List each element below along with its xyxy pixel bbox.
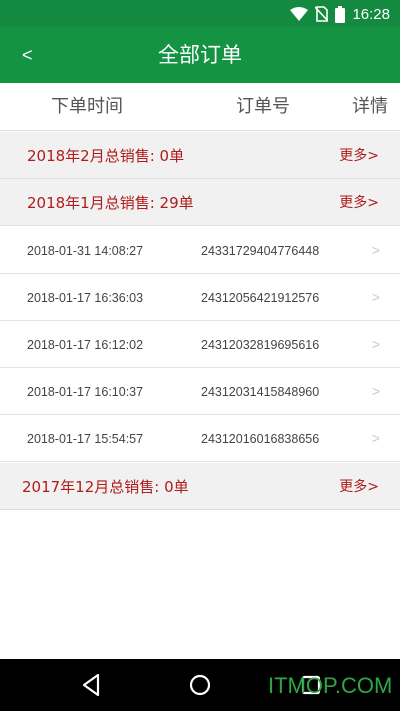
chevron-right-icon[interactable]: > [372,288,380,306]
chevron-right-icon[interactable]: > [372,335,380,353]
status-bar: 16:28 [0,0,400,27]
wifi-icon [290,7,309,21]
column-time-label: 下单时间 [51,96,123,117]
back-triangle-icon[interactable] [76,671,106,699]
order-id: 24312031415848960 [201,385,320,399]
order-row[interactable]: 2018-01-17 16:36:03 24312056421912576 > [0,274,400,321]
column-detail-label: 详情 [352,96,388,117]
order-id: 24331729404776448 [201,244,320,258]
month-row-2018-02: 2018年2月总销售: 0单 更多> [0,132,400,179]
order-time: 2018-01-17 16:36:03 [27,291,144,305]
order-time: 2018-01-31 14:08:27 [27,244,144,258]
order-row[interactable]: 2018-01-17 16:12:02 24312032819695616 > [0,321,400,368]
page-title: 全部订单 [158,43,242,67]
order-id: 24312032819695616 [201,338,320,352]
order-row[interactable]: 2018-01-17 16:10:37 24312031415848960 > [0,368,400,415]
status-time: 16:28 [352,5,390,23]
no-sim-icon [315,6,329,22]
month-row-2018-01: 2018年1月总销售: 29单 更多> [0,179,400,226]
month-summary: 2017年12月总销售: 0单 [22,478,189,496]
battery-icon [335,5,346,23]
month-summary: 2018年1月总销售: 29单 [27,194,194,212]
order-id: 24312056421912576 [201,291,320,305]
order-time: 2018-01-17 16:10:37 [27,385,144,399]
column-header: 下单时间 订单号 详情 [0,83,400,131]
order-time: 2018-01-17 16:12:02 [27,338,144,352]
app-bar: < 全部订单 [0,27,400,83]
more-link[interactable]: 更多> [339,146,379,166]
watermark: ITMOP.COM [268,673,393,698]
month-row-2017-12: 2017年12月总销售: 0单 更多> [0,463,400,510]
month-summary: 2018年2月总销售: 0单 [27,147,185,165]
order-time: 2018-01-17 15:54:57 [27,432,144,446]
more-link[interactable]: 更多> [339,477,379,497]
order-row[interactable]: 2018-01-17 15:54:57 24312016016838656 > [0,415,400,462]
more-link[interactable]: 更多> [339,193,379,213]
column-order-no-label: 订单号 [236,96,290,117]
order-id: 24312016016838656 [201,432,320,446]
status-icons: 16:28 [290,4,390,24]
home-circle-icon[interactable] [185,671,215,699]
chevron-right-icon[interactable]: > [372,382,380,400]
order-row[interactable]: 2018-01-31 14:08:27 24331729404776448 > [0,227,400,274]
navigation-bar: ITMOP.COM [0,659,400,711]
chevron-right-icon[interactable]: > [372,429,380,447]
chevron-right-icon[interactable]: > [372,241,380,259]
